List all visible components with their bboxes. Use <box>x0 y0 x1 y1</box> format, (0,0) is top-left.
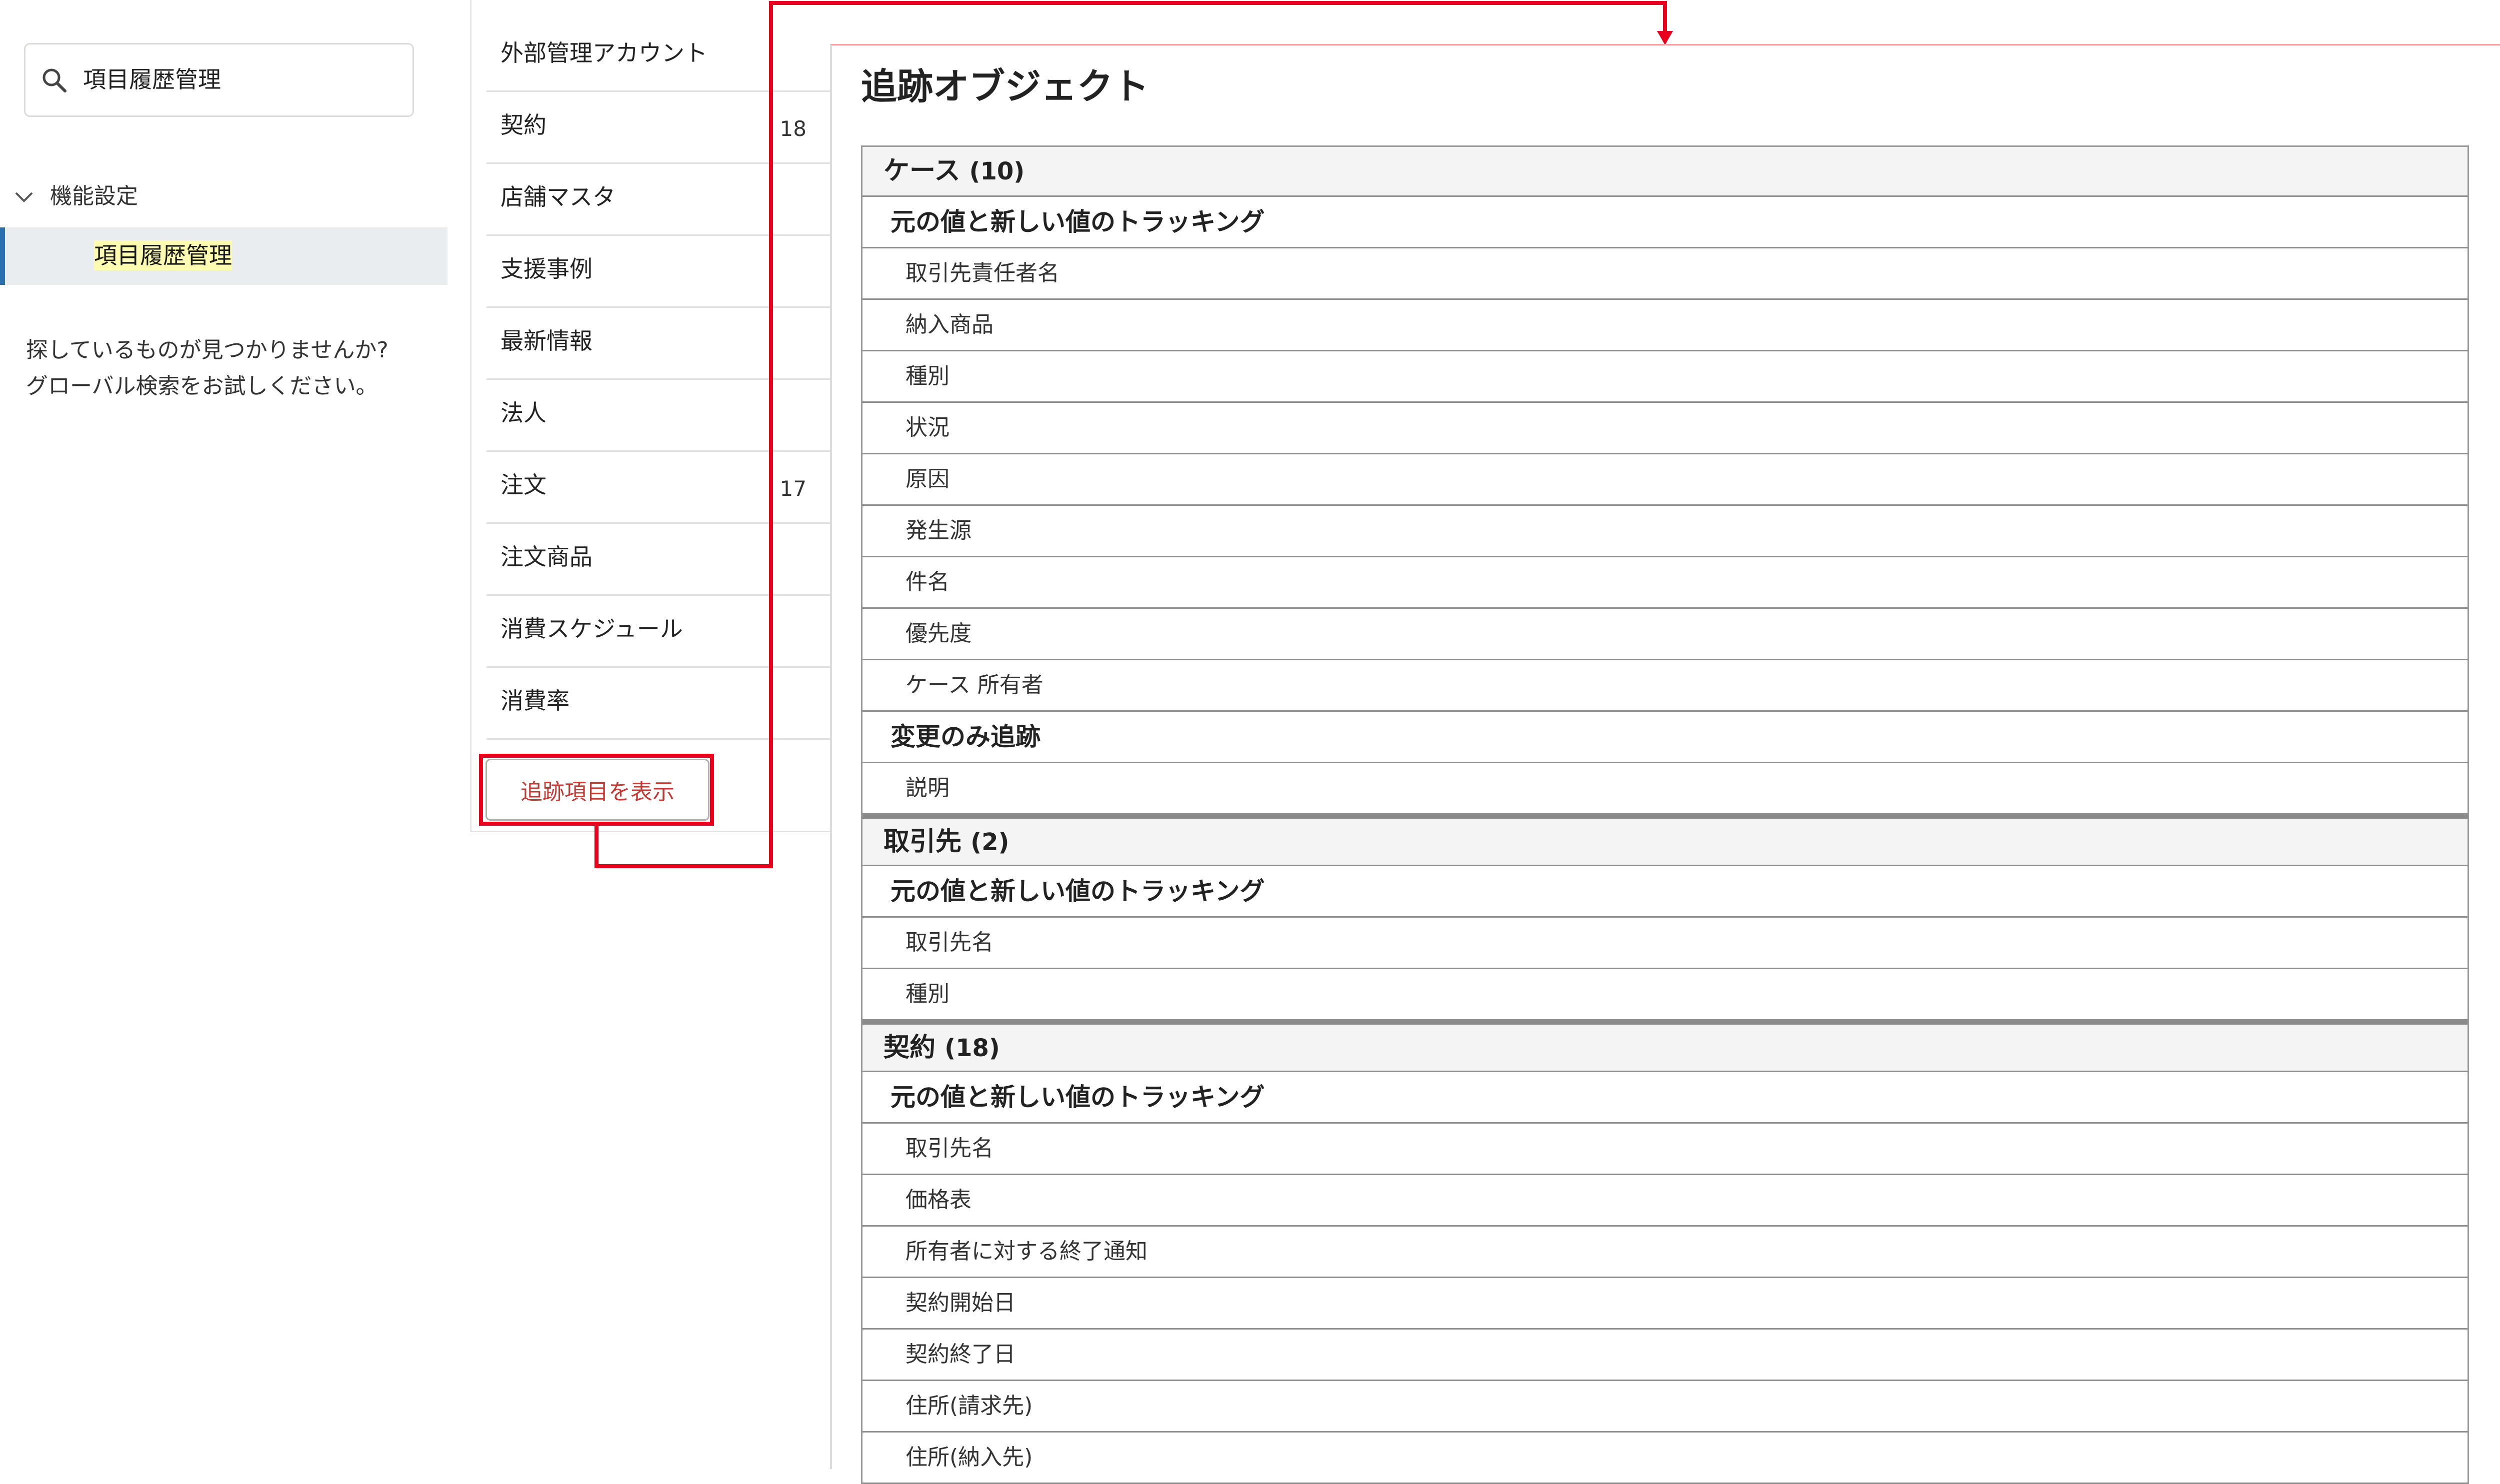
no-results-line: 探しているものが見つかりませんか? <box>26 337 388 363</box>
object-list-item[interactable]: 最新情報 <box>486 308 832 380</box>
field-row: 説明 <box>862 763 2468 815</box>
field-row: 状況 <box>862 403 2468 454</box>
field-row: 取引先責任者名 <box>862 248 2468 300</box>
object-count: (18) <box>944 1034 1000 1062</box>
object-name: ケース <box>884 156 960 186</box>
field-row: 所有者に対する終了通知 <box>862 1227 2468 1278</box>
field-row: 原因 <box>862 454 2468 506</box>
field-row: 住所(納入先) <box>862 1433 2468 1484</box>
object-name: 取引先 <box>884 827 962 857</box>
field-row: 価格表 <box>862 1175 2468 1227</box>
tracked-objects-panel: 追跡オブジェクト ケース (10) 元の値と新しい値のトラッキング 取引先責任者… <box>830 44 2500 1484</box>
arrow-head-icon <box>1657 31 1673 45</box>
show-tracked-fields-button[interactable]: 追跡項目を表示 <box>486 759 710 821</box>
object-list-item[interactable]: 注文 17 <box>486 452 832 524</box>
object-name: 注文 <box>500 471 546 498</box>
object-list-item[interactable]: 消費率 <box>486 668 832 740</box>
search-icon <box>42 68 66 92</box>
field-row: 取引先名 <box>862 1124 2468 1175</box>
object-name: 法人 <box>500 399 546 426</box>
object-list-panel: 外部管理アカウント 契約 18 店舗マスタ 支援事例 最新情報 法人 注文 17… <box>470 0 832 832</box>
object-header-row: ケース (10) <box>862 147 2468 197</box>
field-row: 取引先名 <box>862 918 2468 969</box>
object-name: 消費スケジュール <box>500 615 683 642</box>
object-header-row: 取引先 (2) <box>862 815 2468 866</box>
setup-sidebar: 項目履歴管理 機能設定 項目履歴管理 探しているものが見つかりませんか? グロー… <box>0 0 448 1469</box>
object-name: 最新情報 <box>500 327 592 354</box>
tracking-group-row: 元の値と新しい値のトラッキング <box>862 197 2468 248</box>
object-header-row: 契約 (18) <box>862 1021 2468 1072</box>
panel-title: 追跡オブジェクト <box>861 65 1150 107</box>
search-input[interactable]: 項目履歴管理 <box>83 64 221 94</box>
object-list-item[interactable]: 注文商品 <box>486 524 832 596</box>
object-name: 消費率 <box>500 687 570 714</box>
field-row: 種別 <box>862 351 2468 403</box>
quick-find-search-box[interactable]: 項目履歴管理 <box>24 43 414 117</box>
object-list-item[interactable]: 法人 <box>486 380 832 452</box>
field-row: 種別 <box>862 969 2468 1021</box>
field-row: 住所(請求先) <box>862 1381 2468 1433</box>
object-count: 17 <box>780 476 806 501</box>
object-list-item[interactable]: 外部管理アカウント <box>486 20 832 92</box>
tree-item-field-history[interactable]: 項目履歴管理 <box>0 227 448 285</box>
field-row: 契約終了日 <box>862 1330 2468 1381</box>
tracking-group-row: 元の値と新しい値のトラッキング <box>862 866 2468 918</box>
object-list-item[interactable]: 支援事例 <box>486 236 832 308</box>
field-row: 優先度 <box>862 609 2468 660</box>
object-count: 18 <box>780 116 806 141</box>
field-row: 納入商品 <box>862 300 2468 351</box>
object-name: 外部管理アカウント <box>500 39 708 66</box>
object-name: 契約 <box>500 111 546 138</box>
object-count: (10) <box>969 157 1025 185</box>
tree-group-label: 機能設定 <box>50 183 138 209</box>
no-results-line: グローバル検索をお試しください。 <box>26 373 378 399</box>
tracking-group-row: 元の値と新しい値のトラッキング <box>862 1072 2468 1124</box>
tracked-objects-table: ケース (10) 元の値と新しい値のトラッキング 取引先責任者名 納入商品 種別… <box>861 145 2469 1484</box>
tracking-group-row: 変更のみ追跡 <box>862 712 2468 763</box>
object-name: 注文商品 <box>500 543 592 570</box>
field-row: ケース 所有者 <box>862 660 2468 712</box>
object-name: 店舗マスタ <box>500 183 616 210</box>
tree-item-label: 項目履歴管理 <box>94 240 232 270</box>
object-count: (2) <box>970 828 1010 856</box>
no-results-message: 探しているものが見つかりませんか? グローバル検索をお試しください。 <box>26 332 388 404</box>
chevron-down-icon[interactable] <box>14 189 34 205</box>
object-list-item[interactable]: 店舗マスタ <box>486 164 832 236</box>
field-row: 件名 <box>862 557 2468 609</box>
object-name: 支援事例 <box>500 255 592 282</box>
object-name: 契約 <box>884 1033 936 1063</box>
field-row: 発生源 <box>862 506 2468 557</box>
object-list-item[interactable]: 契約 18 <box>486 92 832 164</box>
field-row: 契約開始日 <box>862 1278 2468 1330</box>
object-list-item[interactable]: 消費スケジュール <box>486 596 832 668</box>
